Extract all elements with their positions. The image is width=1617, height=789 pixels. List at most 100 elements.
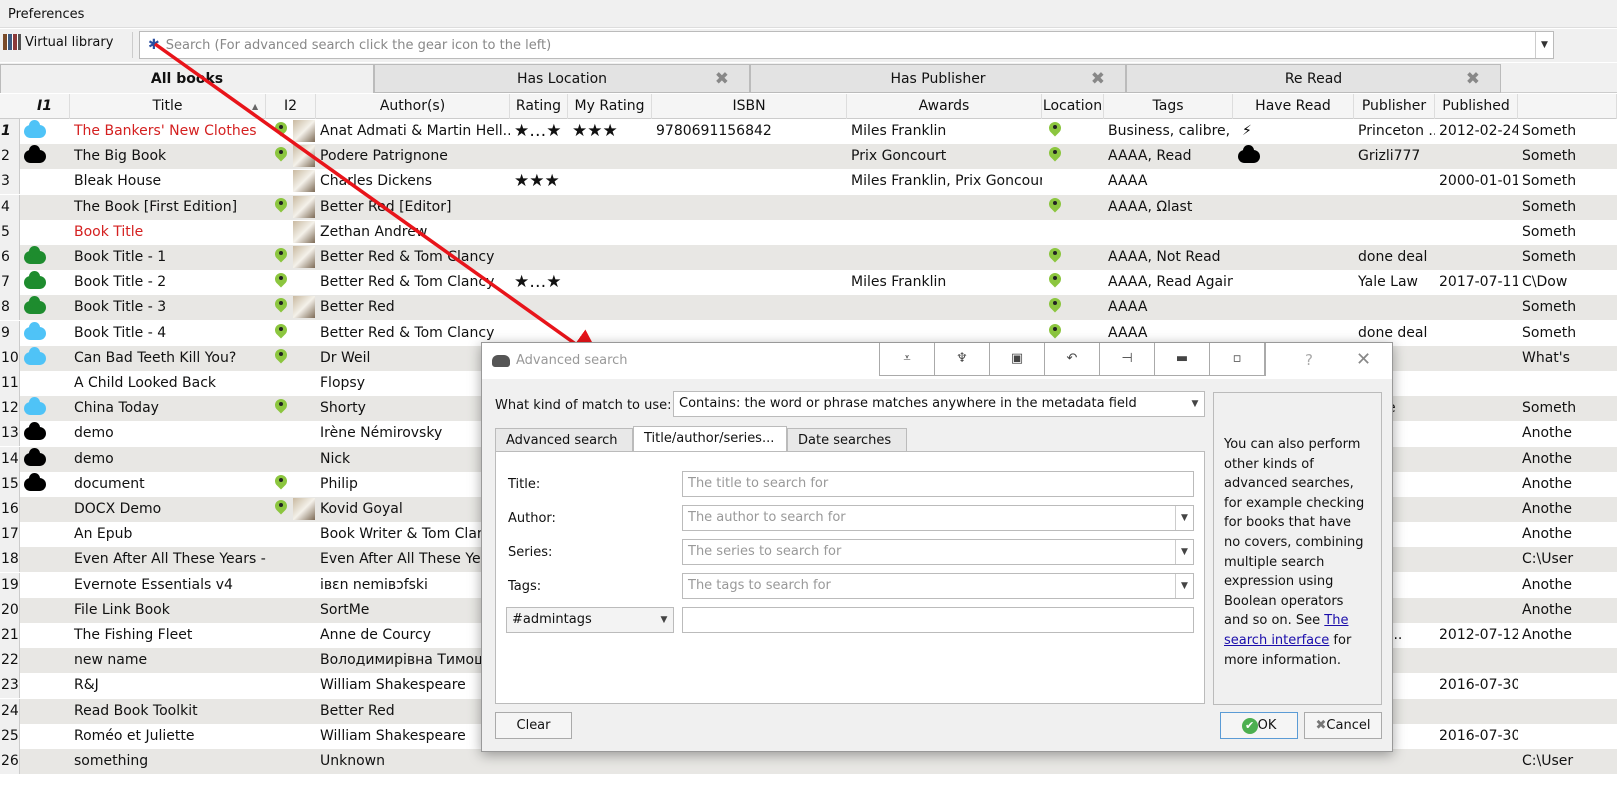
tags-input[interactable]: The tags to search for ▼: [682, 573, 1194, 599]
tab-label: All books: [150, 71, 224, 87]
column-header-awards[interactable]: Awards: [847, 94, 1042, 119]
table-row[interactable]: 7 Book Title - 2 Better Red & Tom Clancy ★……: [0, 270, 1617, 296]
table-row[interactable]: 3 Bleak House Charles Dickens ★★★ Miles Fran…: [0, 169, 1617, 195]
cell-title: Evernote Essentials v4: [74, 576, 233, 593]
cell-title: Book Title - 1: [74, 249, 167, 265]
search-placeholder: Search (For advanced search click the ge…: [165, 37, 552, 53]
search-input[interactable]: ✱ Search (For advanced search click the g…: [139, 31, 1554, 59]
cell-last: Someth: [1522, 400, 1577, 417]
cell-title: something: [74, 753, 149, 769]
cell-rating: ★…★: [514, 272, 562, 293]
chevron-down-icon[interactable]: ▼: [1175, 506, 1193, 530]
menu-preferences[interactable]: Preferences: [8, 7, 84, 22]
cell-last: Anothe: [1522, 501, 1572, 517]
close-icon[interactable]: ✖: [715, 65, 729, 93]
roll-up-icon[interactable]: ⩡: [880, 343, 935, 375]
location-pin-icon: [1049, 248, 1061, 266]
cell-title: Can Bad Teeth Kill You?: [74, 349, 237, 366]
row-number: 5: [0, 219, 20, 245]
custom-column-input[interactable]: [682, 607, 1194, 633]
table-row[interactable]: 8 Book Title - 3 Better Red AAAA Someth: [0, 295, 1617, 321]
help-button[interactable]: ?: [1305, 351, 1313, 369]
table-row[interactable]: 1 ⚡ The Bankers' New Clothes Anat Admati & …: [0, 119, 1617, 144]
column-header-my-rating[interactable]: My Rating: [568, 94, 652, 119]
cloud-icon: [1238, 145, 1260, 164]
column-header-authors[interactable]: Author(s): [316, 94, 510, 119]
table-row[interactable]: 26 something Unknown C:\User: [0, 749, 1617, 774]
row-number: 20: [0, 597, 20, 623]
column-header-tags[interactable]: Tags: [1104, 94, 1233, 119]
row-number: 23: [0, 673, 20, 699]
restore-icon[interactable]: ▫: [1210, 343, 1265, 375]
cell-last: C:\User: [1522, 551, 1574, 568]
cloud-icon: [24, 422, 46, 441]
cell-title: The Fishing Fleet: [74, 627, 193, 643]
column-header-have-read[interactable]: Have Read: [1233, 94, 1354, 119]
cell-last: Someth: [1522, 173, 1577, 190]
series-input[interactable]: The series to search for ▼: [682, 539, 1194, 565]
cell-last: Anothe: [1522, 526, 1572, 543]
placeholder: The series to search for: [688, 544, 842, 559]
pin-icon[interactable]: ⊣: [1100, 343, 1155, 375]
table-row[interactable]: 2 The Big Book Podere Patrignone Prix Gonco…: [0, 144, 1617, 170]
table-row[interactable]: 5 Book Title Zethan Andrew Someth: [0, 219, 1617, 245]
row-number: 7: [0, 270, 20, 296]
cell-awards: Miles Franklin: [851, 123, 947, 139]
tab-all-books[interactable]: All books: [0, 64, 374, 93]
custom-column-select[interactable]: #admintags ▼: [506, 607, 674, 633]
column-header-publisher[interactable]: Publisher: [1354, 94, 1435, 119]
help-text: You can also perform other kinds of adva…: [1224, 437, 1365, 629]
cell-awards: Prix Goncourt: [851, 148, 947, 165]
cell-tags: AAAA: [1108, 299, 1148, 316]
cell-author: Unknown: [320, 753, 385, 769]
cell-isbn: 9780691156842: [656, 123, 772, 139]
table-row[interactable]: 4 The Book [First Edition] Better Red [Edi…: [0, 194, 1617, 220]
column-header-title[interactable]: Title: [70, 94, 266, 119]
chevron-down-icon[interactable]: ▼: [1175, 574, 1193, 598]
cell-author: Better Red & Tom Clancy: [320, 274, 495, 291]
minimize-icon[interactable]: ▬: [1155, 343, 1210, 375]
cloud-icon: [24, 472, 46, 491]
tools-icon[interactable]: ♆: [935, 343, 990, 375]
cell-title: R&J: [74, 677, 99, 694]
column-header-i2[interactable]: I2: [266, 94, 316, 119]
tab-has-publisher[interactable]: Has Publisher ✖: [750, 64, 1126, 93]
cancel-button[interactable]: ✖Cancel: [1304, 712, 1382, 739]
row-number: 12: [0, 396, 20, 422]
column-header-rating[interactable]: Rating: [510, 94, 568, 119]
check-icon: ✔: [1241, 717, 1258, 734]
column-header-location[interactable]: Location: [1042, 94, 1104, 119]
tab-date-searches[interactable]: Date searches: [787, 428, 907, 452]
cell-title: Roméo et Juliette: [74, 727, 195, 744]
column-header-published[interactable]: Published: [1435, 94, 1518, 119]
tab-advanced-search[interactable]: Advanced search: [495, 428, 633, 452]
cell-publisher: Princeton ...: [1358, 123, 1435, 139]
tab-title-author-series[interactable]: Title/author/series...: [633, 426, 787, 453]
cell-title: File Link Book: [74, 601, 170, 618]
clear-button[interactable]: Clear: [495, 712, 572, 739]
undo-icon[interactable]: ↶: [1045, 343, 1100, 375]
tab-re-read[interactable]: Re Read ✖: [1126, 64, 1501, 93]
column-header-isbn[interactable]: ISBN: [652, 94, 847, 119]
author-input[interactable]: The author to search for ▼: [682, 505, 1194, 531]
tab-has-location[interactable]: Has Location ✖: [374, 64, 750, 93]
cell-last: Someth: [1522, 223, 1577, 240]
column-header-i1[interactable]: I1: [20, 94, 70, 119]
search-history-dropdown[interactable]: ▼: [1535, 32, 1553, 58]
cell-author: Better Red [Editor]: [320, 198, 452, 215]
gear-icon[interactable]: ✱: [148, 37, 160, 53]
window-icon[interactable]: ▣: [990, 343, 1045, 375]
cell-last: Someth: [1522, 249, 1577, 265]
ok-button[interactable]: ✔ OK: [1220, 712, 1298, 739]
close-icon[interactable]: ✖: [1466, 65, 1480, 93]
tags-label: Tags:: [508, 579, 542, 594]
close-icon[interactable]: ✕: [1356, 349, 1371, 370]
cancel-label: Cancel: [1326, 718, 1371, 733]
table-row[interactable]: 6 Book Title - 1 Better Red & Tom Clancy AA…: [0, 245, 1617, 270]
match-kind-select[interactable]: Contains: the word or phrase matches any…: [673, 391, 1205, 417]
title-input[interactable]: The title to search for: [682, 471, 1194, 497]
chevron-down-icon[interactable]: ▼: [1175, 540, 1193, 564]
virtual-library-button[interactable]: Virtual library: [3, 34, 113, 50]
column-header-extra[interactable]: [1518, 94, 1617, 119]
close-icon[interactable]: ✖: [1091, 65, 1105, 93]
